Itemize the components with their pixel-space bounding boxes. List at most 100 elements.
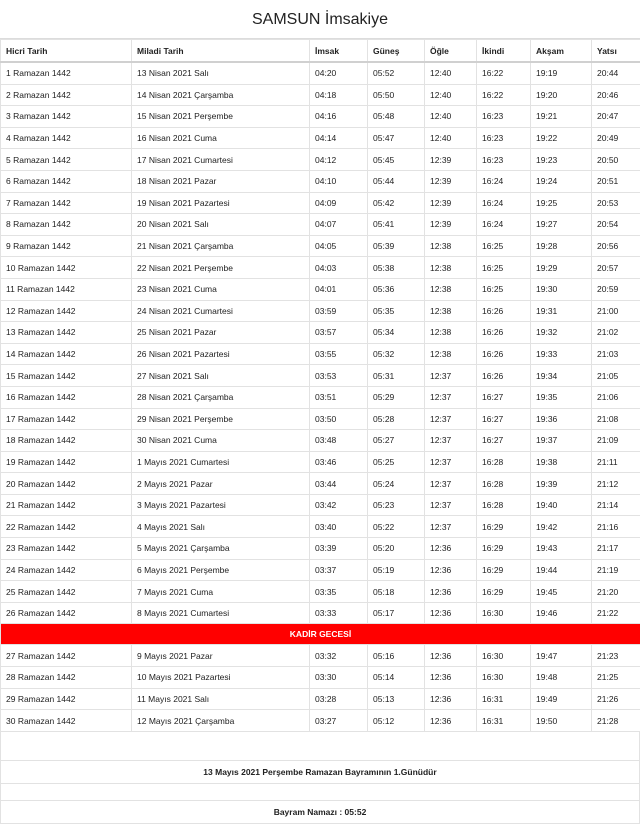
cell-ikindi: 16:24 bbox=[477, 214, 531, 236]
cell-hicri-tarih: 20 Ramazan 1442 bbox=[1, 473, 132, 495]
cell-aksam: 19:19 bbox=[531, 62, 592, 84]
cell-yatsi: 20:50 bbox=[592, 149, 640, 171]
cell-miladi-tarih: 9 Mayıs 2021 Pazar bbox=[132, 645, 310, 667]
cell-ogle: 12:38 bbox=[425, 322, 477, 344]
cell-gunes: 05:13 bbox=[368, 688, 425, 710]
cell-miladi-tarih: 21 Nisan 2021 Çarşamba bbox=[132, 235, 310, 257]
cell-ikindi: 16:25 bbox=[477, 278, 531, 300]
cell-imsak: 03:48 bbox=[310, 430, 368, 452]
bayram-note: 13 Mayıs 2021 Perşembe Ramazan Bayramını… bbox=[0, 760, 640, 784]
cell-yatsi: 21:16 bbox=[592, 516, 640, 538]
cell-yatsi: 21:23 bbox=[592, 645, 640, 667]
cell-ogle: 12:37 bbox=[425, 365, 477, 387]
cell-gunes: 05:20 bbox=[368, 538, 425, 560]
special-row-kadir-gecesi: KADİR GECESİ bbox=[1, 624, 640, 645]
page-title: SAMSUN İmsakiye bbox=[0, 0, 640, 39]
cell-ikindi: 16:28 bbox=[477, 494, 531, 516]
cell-ogle: 12:38 bbox=[425, 278, 477, 300]
cell-hicri-tarih: 25 Ramazan 1442 bbox=[1, 581, 132, 603]
cell-gunes: 05:27 bbox=[368, 430, 425, 452]
cell-ogle: 12:39 bbox=[425, 192, 477, 214]
cell-ogle: 12:36 bbox=[425, 602, 477, 624]
cell-gunes: 05:39 bbox=[368, 235, 425, 257]
cell-gunes: 05:16 bbox=[368, 645, 425, 667]
cell-ikindi: 16:26 bbox=[477, 365, 531, 387]
header-ogle: Öğle bbox=[425, 40, 477, 63]
table-row: 1 Ramazan 144213 Nisan 2021 Salı04:2005:… bbox=[1, 62, 640, 84]
cell-ikindi: 16:23 bbox=[477, 106, 531, 128]
cell-ogle: 12:40 bbox=[425, 127, 477, 149]
cell-yatsi: 20:49 bbox=[592, 127, 640, 149]
cell-hicri-tarih: 16 Ramazan 1442 bbox=[1, 386, 132, 408]
cell-aksam: 19:28 bbox=[531, 235, 592, 257]
table-row: 19 Ramazan 14421 Mayıs 2021 Cumartesi03:… bbox=[1, 451, 640, 473]
cell-yatsi: 20:53 bbox=[592, 192, 640, 214]
cell-ikindi: 16:30 bbox=[477, 602, 531, 624]
cell-miladi-tarih: 10 Mayıs 2021 Pazartesi bbox=[132, 667, 310, 689]
cell-hicri-tarih: 6 Ramazan 1442 bbox=[1, 170, 132, 192]
imsakiye-table: Hicri Tarih Miladi Tarih İmsak Güneş Öğl… bbox=[0, 39, 640, 732]
cell-hicri-tarih: 18 Ramazan 1442 bbox=[1, 430, 132, 452]
table-row: 12 Ramazan 144224 Nisan 2021 Cumartesi03… bbox=[1, 300, 640, 322]
cell-yatsi: 20:59 bbox=[592, 278, 640, 300]
cell-aksam: 19:30 bbox=[531, 278, 592, 300]
table-row: 26 Ramazan 14428 Mayıs 2021 Cumartesi03:… bbox=[1, 602, 640, 624]
cell-miladi-tarih: 20 Nisan 2021 Salı bbox=[132, 214, 310, 236]
cell-yatsi: 21:05 bbox=[592, 365, 640, 387]
cell-aksam: 19:24 bbox=[531, 170, 592, 192]
cell-hicri-tarih: 21 Ramazan 1442 bbox=[1, 494, 132, 516]
cell-aksam: 19:50 bbox=[531, 710, 592, 732]
cell-aksam: 19:43 bbox=[531, 538, 592, 560]
table-row: 5 Ramazan 144217 Nisan 2021 Cumartesi04:… bbox=[1, 149, 640, 171]
cell-ogle: 12:37 bbox=[425, 408, 477, 430]
cell-ikindi: 16:28 bbox=[477, 473, 531, 495]
cell-hicri-tarih: 30 Ramazan 1442 bbox=[1, 710, 132, 732]
cell-hicri-tarih: 9 Ramazan 1442 bbox=[1, 235, 132, 257]
cell-yatsi: 21:06 bbox=[592, 386, 640, 408]
cell-yatsi: 20:56 bbox=[592, 235, 640, 257]
cell-aksam: 19:32 bbox=[531, 322, 592, 344]
cell-hicri-tarih: 3 Ramazan 1442 bbox=[1, 106, 132, 128]
cell-ogle: 12:40 bbox=[425, 84, 477, 106]
cell-aksam: 19:37 bbox=[531, 430, 592, 452]
cell-gunes: 05:50 bbox=[368, 84, 425, 106]
table-row: 28 Ramazan 144210 Mayıs 2021 Pazartesi03… bbox=[1, 667, 640, 689]
cell-imsak: 03:35 bbox=[310, 581, 368, 603]
table-row: 18 Ramazan 144230 Nisan 2021 Cuma03:4805… bbox=[1, 430, 640, 452]
cell-hicri-tarih: 13 Ramazan 1442 bbox=[1, 322, 132, 344]
cell-aksam: 19:25 bbox=[531, 192, 592, 214]
table-row: 16 Ramazan 144228 Nisan 2021 Çarşamba03:… bbox=[1, 386, 640, 408]
cell-gunes: 05:34 bbox=[368, 322, 425, 344]
cell-miladi-tarih: 14 Nisan 2021 Çarşamba bbox=[132, 84, 310, 106]
cell-miladi-tarih: 30 Nisan 2021 Cuma bbox=[132, 430, 310, 452]
table-row: 23 Ramazan 14425 Mayıs 2021 Çarşamba03:3… bbox=[1, 538, 640, 560]
cell-ikindi: 16:23 bbox=[477, 127, 531, 149]
cell-ogle: 12:38 bbox=[425, 300, 477, 322]
cell-aksam: 19:23 bbox=[531, 149, 592, 171]
cell-gunes: 05:12 bbox=[368, 710, 425, 732]
cell-ikindi: 16:26 bbox=[477, 300, 531, 322]
cell-miladi-tarih: 4 Mayıs 2021 Salı bbox=[132, 516, 310, 538]
cell-aksam: 19:35 bbox=[531, 386, 592, 408]
cell-yatsi: 21:09 bbox=[592, 430, 640, 452]
cell-yatsi: 21:08 bbox=[592, 408, 640, 430]
cell-aksam: 19:47 bbox=[531, 645, 592, 667]
cell-hicri-tarih: 2 Ramazan 1442 bbox=[1, 84, 132, 106]
cell-yatsi: 21:26 bbox=[592, 688, 640, 710]
cell-ogle: 12:38 bbox=[425, 343, 477, 365]
cell-gunes: 05:19 bbox=[368, 559, 425, 581]
table-row: 13 Ramazan 144225 Nisan 2021 Pazar03:570… bbox=[1, 322, 640, 344]
cell-ogle: 12:40 bbox=[425, 62, 477, 84]
cell-gunes: 05:44 bbox=[368, 170, 425, 192]
table-row: 9 Ramazan 144221 Nisan 2021 Çarşamba04:0… bbox=[1, 235, 640, 257]
table-row: 30 Ramazan 144212 Mayıs 2021 Çarşamba03:… bbox=[1, 710, 640, 732]
cell-aksam: 19:20 bbox=[531, 84, 592, 106]
cell-miladi-tarih: 12 Mayıs 2021 Çarşamba bbox=[132, 710, 310, 732]
cell-ikindi: 16:30 bbox=[477, 645, 531, 667]
cell-ogle: 12:38 bbox=[425, 257, 477, 279]
cell-ikindi: 16:22 bbox=[477, 84, 531, 106]
cell-imsak: 04:10 bbox=[310, 170, 368, 192]
cell-gunes: 05:17 bbox=[368, 602, 425, 624]
cell-ikindi: 16:31 bbox=[477, 710, 531, 732]
table-row: 15 Ramazan 144227 Nisan 2021 Salı03:5305… bbox=[1, 365, 640, 387]
